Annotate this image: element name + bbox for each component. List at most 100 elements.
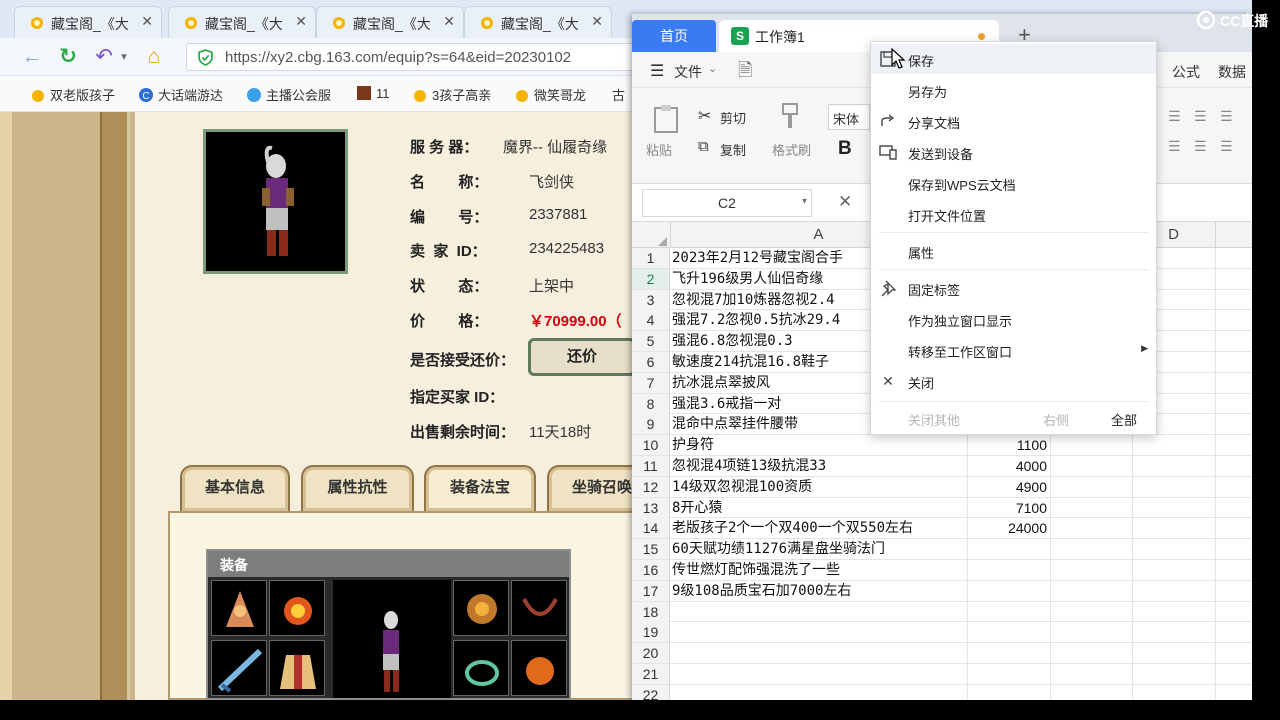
- menu-item-save-as[interactable]: 另存为: [871, 75, 1156, 105]
- close-tab-icon[interactable]: ✕: [295, 13, 307, 30]
- row-number[interactable]: 1: [632, 248, 670, 268]
- cell-a[interactable]: 9级108品质宝石加7000左右: [672, 581, 967, 601]
- cell-d[interactable]: [1132, 559, 1216, 580]
- equipment-slot-necklace[interactable]: [269, 580, 325, 636]
- clipboard-icon[interactable]: [652, 104, 680, 134]
- align-right-icon[interactable]: ☰: [1220, 138, 1233, 155]
- counter-offer-button[interactable]: 还价: [528, 338, 636, 376]
- row-number[interactable]: 14: [632, 518, 670, 539]
- bookmark-item[interactable]: 双老版孩子: [30, 85, 115, 104]
- cell-c[interactable]: [1050, 684, 1132, 700]
- cell-c[interactable]: [1050, 580, 1132, 601]
- row-number[interactable]: 6: [632, 351, 670, 372]
- cell-c[interactable]: [1050, 663, 1132, 684]
- browser-tab[interactable]: 藏宝阁_《大 ✕: [168, 6, 316, 38]
- cell-b[interactable]: [967, 559, 1049, 580]
- cell-b[interactable]: 4000: [967, 455, 1049, 476]
- bookmark-item[interactable]: 主播公会服: [246, 85, 331, 104]
- cell-d[interactable]: [1132, 663, 1216, 684]
- cell-d[interactable]: [1132, 455, 1216, 476]
- row-number[interactable]: 19: [632, 622, 670, 643]
- cell-d[interactable]: [1132, 435, 1216, 456]
- bold-button[interactable]: B: [838, 138, 852, 160]
- browser-tab[interactable]: 藏宝阁_《大 ✕: [316, 6, 464, 38]
- row-number[interactable]: 18: [632, 601, 670, 622]
- equipment-slot-belt[interactable]: [453, 580, 509, 636]
- save-toolbar-icon[interactable]: 🗎: [738, 58, 752, 88]
- format-painter-icon[interactable]: [780, 102, 800, 132]
- align-bottom-icon[interactable]: ☰: [1220, 108, 1233, 125]
- row-number[interactable]: 20: [632, 643, 670, 664]
- cell-b[interactable]: [967, 580, 1049, 601]
- equipment-slot-accessory[interactable]: [511, 580, 567, 636]
- cell-a[interactable]: [672, 685, 967, 700]
- align-left-icon[interactable]: ☰: [1168, 138, 1181, 155]
- cut-button[interactable]: 剪切: [720, 108, 746, 127]
- bookmark-item[interactable]: C 大话端游达: [138, 85, 223, 104]
- bookmark-item[interactable]: 古: [612, 85, 625, 104]
- back-arrow-icon[interactable]: ←: [18, 43, 46, 71]
- cell-a[interactable]: [672, 643, 967, 663]
- browser-tab[interactable]: 藏宝阁_《大 ✕: [464, 6, 612, 38]
- cell-b[interactable]: [967, 643, 1049, 664]
- cell-a[interactable]: [672, 622, 967, 642]
- scissors-icon[interactable]: ✂: [698, 106, 711, 126]
- paste-button[interactable]: 粘贴: [646, 140, 672, 159]
- hamburger-menu-icon[interactable]: ☰: [650, 61, 664, 81]
- menu-item-close[interactable]: ✕ 关闭: [871, 366, 1156, 396]
- menu-item-properties[interactable]: 属性: [871, 236, 1156, 266]
- cell-b[interactable]: [967, 539, 1049, 560]
- cell-d[interactable]: [1132, 518, 1216, 539]
- cell-b[interactable]: 24000: [967, 518, 1049, 539]
- close-right-option[interactable]: 右侧: [1043, 410, 1069, 429]
- cell-b[interactable]: [967, 663, 1049, 684]
- cell-a[interactable]: 老版孩子2个一个双400一个双550左右: [672, 518, 967, 538]
- bookmark-item[interactable]: 微笑哥龙: [514, 85, 586, 104]
- file-menu[interactable]: 文件: [674, 62, 702, 82]
- row-number[interactable]: 11: [632, 455, 670, 476]
- browser-tab[interactable]: 藏宝阁_《大 ✕: [14, 6, 162, 38]
- menu-item-separate-window[interactable]: 作为独立窗口显示: [871, 304, 1156, 334]
- menu-item-share[interactable]: 分享文档: [871, 106, 1156, 136]
- chevron-down-icon[interactable]: ▾: [110, 43, 138, 71]
- cell-a[interactable]: 60天赋功绩11276满星盘坐骑法门: [672, 539, 967, 559]
- cell-a[interactable]: 14级双忽视混100资质: [672, 477, 967, 497]
- cancel-formula-icon[interactable]: ✕: [838, 192, 852, 212]
- formula-menu[interactable]: 公式: [1172, 62, 1200, 82]
- tab-basic-info[interactable]: 基本信息: [180, 465, 290, 511]
- cell-d[interactable]: [1132, 622, 1216, 643]
- align-top-icon[interactable]: ☰: [1168, 108, 1181, 125]
- data-menu[interactable]: 数据: [1218, 62, 1246, 82]
- cell-c[interactable]: [1050, 643, 1132, 664]
- menu-item-send-device[interactable]: 发送到设备: [871, 137, 1156, 167]
- reload-icon[interactable]: ↻: [54, 43, 82, 71]
- format-painter-button[interactable]: 格式刷: [772, 140, 811, 159]
- row-number[interactable]: 7: [632, 372, 670, 393]
- name-box[interactable]: C2: [642, 189, 812, 217]
- row-number[interactable]: 3: [632, 289, 670, 310]
- menu-item-save[interactable]: 保存: [871, 44, 1156, 74]
- cell-c[interactable]: [1050, 476, 1132, 497]
- equipment-slot-hat[interactable]: [211, 580, 267, 636]
- wps-home-tab[interactable]: 首页: [632, 20, 716, 52]
- chevron-down-icon[interactable]: ▾: [802, 196, 807, 207]
- close-tab-icon[interactable]: ✕: [443, 13, 455, 30]
- cell-d[interactable]: [1132, 539, 1216, 560]
- copy-button[interactable]: 复制: [720, 140, 746, 159]
- cell-a[interactable]: 传世燃灯配饰强混洗了一些: [672, 560, 967, 580]
- menu-item-open-location[interactable]: 打开文件位置: [871, 199, 1156, 229]
- cell-c[interactable]: [1050, 455, 1132, 476]
- cell-c[interactable]: [1050, 518, 1132, 539]
- menu-item-move-workspace[interactable]: 转移至工作区窗口 ▶: [871, 335, 1156, 365]
- align-center-icon[interactable]: ☰: [1194, 138, 1207, 155]
- cell-d[interactable]: [1132, 643, 1216, 664]
- cell-b[interactable]: [967, 684, 1049, 700]
- row-number[interactable]: 21: [632, 663, 670, 684]
- cell-a[interactable]: 8开心猿: [672, 498, 967, 518]
- row-number[interactable]: 5: [632, 331, 670, 352]
- cell-b[interactable]: 4900: [967, 476, 1049, 497]
- cell-c[interactable]: [1050, 622, 1132, 643]
- menu-item-save-cloud[interactable]: 保存到WPS云文档: [871, 168, 1156, 198]
- row-number[interactable]: 8: [632, 393, 670, 414]
- row-number[interactable]: 17: [632, 580, 670, 601]
